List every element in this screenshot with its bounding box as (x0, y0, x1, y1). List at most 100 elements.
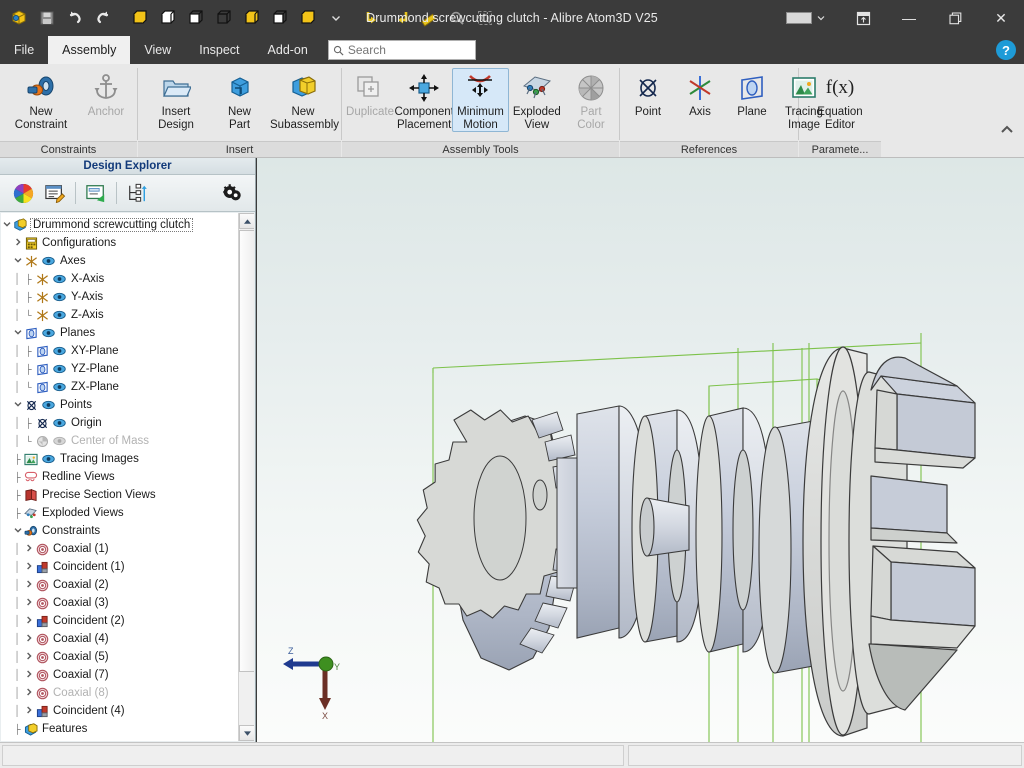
visibility-eye-icon[interactable] (52, 380, 67, 394)
tree-item-coaxial-2[interactable]: │ Coaxial (2) (1, 576, 238, 594)
chevron-right-icon[interactable] (12, 238, 23, 248)
chevron-down-icon[interactable] (323, 5, 349, 31)
tree-item-drummond-screwcutting-clutch[interactable]: Drummond screwcutting clutch (1, 216, 238, 234)
help-button[interactable]: ? (996, 40, 1016, 60)
search-input[interactable] (347, 43, 468, 57)
show-panel-icon[interactable] (81, 179, 111, 207)
scroll-down-arrow[interactable] (239, 725, 254, 741)
undo-icon[interactable] (62, 5, 88, 31)
chevron-down-icon[interactable] (12, 400, 23, 410)
tree-item-x-axis[interactable]: │ ├ X-Axis (1, 270, 238, 288)
visibility-eye-icon[interactable] (52, 290, 67, 304)
visibility-eye-icon[interactable] (41, 254, 56, 268)
plane-button[interactable]: Plane (726, 68, 778, 120)
insert-design-button[interactable]: Insert Design (140, 68, 212, 132)
shaded-edges-view-icon[interactable] (155, 5, 181, 31)
visibility-eye-icon[interactable] (52, 416, 67, 430)
wireframe-alt-view-icon[interactable] (267, 5, 293, 31)
tree-item-coaxial-3[interactable]: │ Coaxial (3) (1, 594, 238, 612)
design-tree[interactable]: Drummond screwcutting clutch Configuratio… (1, 213, 238, 741)
restore-layout-button[interactable] (840, 0, 886, 36)
tree-item-interdesign-relations[interactable]: ├InterDesign Relations (1, 738, 238, 741)
minimum-motion-button[interactable]: Minimum Motion (452, 68, 509, 132)
search-box[interactable] (327, 40, 476, 60)
save-icon[interactable] (34, 5, 60, 31)
rotate-right-icon[interactable] (388, 5, 414, 31)
tree-item-yz-plane[interactable]: │ ├ YZ-Plane (1, 360, 238, 378)
tree-item-coaxial-5[interactable]: │ Coaxial (5) (1, 648, 238, 666)
zoom-window-icon[interactable] (472, 5, 498, 31)
wireframe-view-icon[interactable] (211, 5, 237, 31)
tab-assembly[interactable]: Assembly (48, 36, 131, 64)
tree-item-xy-plane[interactable]: │ ├ XY-Plane (1, 342, 238, 360)
chevron-right-icon[interactable] (23, 634, 34, 644)
tree-item-configurations[interactable]: Configurations (1, 234, 238, 252)
tree-item-axes[interactable]: Axes (1, 252, 238, 270)
visibility-eye-icon[interactable] (41, 326, 56, 340)
chevron-right-icon[interactable] (23, 544, 34, 554)
maximize-button[interactable] (932, 0, 978, 36)
ribbon-collapse-button[interactable] (1000, 123, 1014, 137)
chevron-right-icon[interactable] (23, 598, 34, 608)
chevron-right-icon[interactable] (23, 706, 34, 716)
visibility-eye-icon[interactable] (52, 308, 67, 322)
new-subassembly-button[interactable]: New Subassembly (267, 68, 339, 132)
tree-item-points[interactable]: Points (1, 396, 238, 414)
tab-view[interactable]: View (130, 36, 185, 64)
color-wheel-icon[interactable] (8, 179, 38, 207)
new-part-button[interactable]: New Part (212, 68, 267, 132)
tree-item-center-of-mass[interactable]: │ └ Center of Mass (1, 432, 238, 450)
chevron-right-icon[interactable] (23, 580, 34, 590)
flat-shaded-icon[interactable] (295, 5, 321, 31)
tree-item-tracing-images[interactable]: ├ Tracing Images (1, 450, 238, 468)
tree-item-z-axis[interactable]: │ └ Z-Axis (1, 306, 238, 324)
axis-button[interactable]: Axis (674, 68, 726, 120)
tree-item-origin[interactable]: │ ├ Origin (1, 414, 238, 432)
visibility-eye-icon[interactable] (41, 398, 56, 412)
tree-item-planes[interactable]: Planes (1, 324, 238, 342)
tree-item-coincident-4[interactable]: │ Coincident (4) (1, 702, 238, 720)
tree-item-exploded-views[interactable]: ├ Exploded Views (1, 504, 238, 522)
chevron-right-icon[interactable] (23, 688, 34, 698)
hidden-line-view-icon[interactable] (183, 5, 209, 31)
tree-item-coaxial-8[interactable]: │ Coaxial (8) (1, 684, 238, 702)
visibility-eye-icon[interactable] (41, 452, 56, 466)
tree-item-coincident-1[interactable]: │ Coincident (1) (1, 558, 238, 576)
tree-item-y-axis[interactable]: │ ├ Y-Axis (1, 288, 238, 306)
visibility-eye-icon[interactable] (52, 272, 67, 286)
shaded-view-icon[interactable] (127, 5, 153, 31)
chevron-right-icon[interactable] (23, 562, 34, 572)
color-swatch-dropdown[interactable] (782, 8, 830, 28)
anchor-button[interactable]: Anchor (80, 68, 132, 120)
part-color-button[interactable]: Part Color (565, 68, 617, 132)
tab-addon[interactable]: Add-on (254, 36, 322, 64)
scroll-up-arrow[interactable] (239, 213, 254, 229)
chevron-right-icon[interactable] (23, 616, 34, 626)
chevron-down-icon[interactable] (12, 526, 23, 536)
tree-item-constraints[interactable]: Constraints (1, 522, 238, 540)
equation-editor-button[interactable]: f(x) Equation Editor (801, 68, 879, 132)
tree-item-features[interactable]: ├ Features (1, 720, 238, 738)
chevron-down-icon[interactable] (12, 328, 23, 338)
exploded-view-button[interactable]: Exploded View (509, 68, 565, 132)
tree-item-coaxial-4[interactable]: │ Coaxial (4) (1, 630, 238, 648)
visibility-eye-icon[interactable] (52, 434, 67, 448)
settings-gear-icon[interactable] (217, 179, 247, 207)
tab-file[interactable]: File (0, 36, 48, 64)
edit-properties-icon[interactable] (40, 179, 70, 207)
tree-item-redline-views[interactable]: ├ Redline Views (1, 468, 238, 486)
new-constraint-button[interactable]: New Constraint (2, 68, 80, 132)
close-button[interactable]: ✕ (978, 0, 1024, 36)
tree-item-coincident-2[interactable]: │ Coincident (2) (1, 612, 238, 630)
scrollbar-thumb[interactable] (239, 230, 254, 672)
visibility-eye-icon[interactable] (52, 362, 67, 376)
component-placement-button[interactable]: Component Placement (394, 68, 454, 132)
tree-item-precise-section-views[interactable]: ├ Precise Section Views (1, 486, 238, 504)
tree-item-coaxial-1[interactable]: │ Coaxial (1) (1, 540, 238, 558)
redo-icon[interactable] (90, 5, 116, 31)
measure-icon[interactable] (416, 5, 442, 31)
duplicate-button[interactable]: Duplicate (344, 68, 396, 120)
rotate-left-icon[interactable] (360, 5, 386, 31)
home-cube-icon[interactable] (6, 5, 32, 31)
chevron-down-icon[interactable] (1, 220, 12, 230)
